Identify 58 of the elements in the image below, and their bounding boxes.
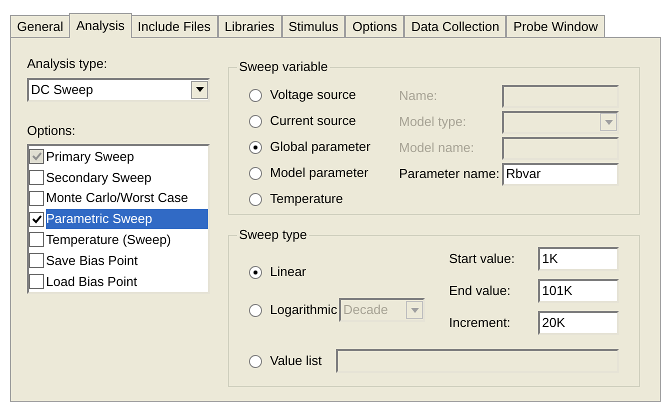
list-item[interactable]: Monte Carlo/Worst Case <box>46 188 208 208</box>
checkbox[interactable] <box>29 232 44 248</box>
field-label: Name: <box>399 87 438 106</box>
list-item[interactable]: Parametric Sweep <box>46 209 208 229</box>
radio-label: Current source <box>270 112 356 130</box>
field-label: Increment: <box>449 314 510 332</box>
radio-label: Model parameter <box>270 164 368 182</box>
field-label: Model type: <box>399 113 466 132</box>
input-field[interactable] <box>502 136 619 160</box>
checkbox[interactable] <box>29 190 44 206</box>
input-field[interactable]: 20K <box>538 311 619 335</box>
tab[interactable]: Probe Window <box>506 15 605 37</box>
tab[interactable]: Include Files <box>130 15 218 37</box>
caret-icon <box>604 120 612 124</box>
tab[interactable]: Data Collection <box>404 15 506 37</box>
value-list-field[interactable] <box>336 349 619 373</box>
group-title: Sweep type <box>237 227 309 243</box>
radio-button[interactable] <box>249 88 262 102</box>
options-label: Options: <box>27 122 76 140</box>
tab[interactable]: Libraries <box>218 15 282 37</box>
radio-label: Voltage source <box>270 86 356 104</box>
tab[interactable]: Stimulus <box>282 15 346 37</box>
list-item[interactable]: Load Bias Point <box>46 272 208 292</box>
input-field[interactable]: 101K <box>538 279 619 303</box>
radio-label: Logarithmic <box>270 301 338 320</box>
tab[interactable]: General <box>10 15 70 37</box>
checkbox[interactable] <box>29 253 44 268</box>
checkbox[interactable] <box>29 274 44 290</box>
list-item[interactable]: Save Bias Point <box>46 250 208 271</box>
input-field[interactable]: 1K <box>538 247 619 271</box>
radio-label: Temperature <box>270 190 343 208</box>
caret-icon <box>410 308 419 312</box>
field-label: Parameter name: <box>399 165 500 184</box>
field-label: End value: <box>449 282 510 300</box>
analysis-type-label: Analysis type: <box>27 55 108 73</box>
field-label: Start value: <box>449 250 515 268</box>
radio-button[interactable] <box>249 266 262 278</box>
radio-button[interactable] <box>249 140 262 154</box>
radio-label: Global parameter <box>270 138 370 156</box>
radio-label: Value list <box>270 352 322 370</box>
radio-button[interactable] <box>249 166 262 180</box>
caret-icon <box>196 87 204 92</box>
list-item[interactable]: Temperature (Sweep) <box>46 230 208 250</box>
model-type-dropdown[interactable] <box>502 110 619 134</box>
checkbox[interactable] <box>29 212 44 226</box>
analysis-type-dropdown[interactable]: DC Sweep <box>27 78 210 102</box>
input-field[interactable]: Rbvar <box>502 162 619 186</box>
tab[interactable]: Analysis <box>69 13 132 38</box>
field-label: Model name: <box>399 139 474 158</box>
checkbox[interactable] <box>29 170 44 185</box>
list-item[interactable]: Secondary Sweep <box>46 167 208 188</box>
radio-button[interactable] <box>249 354 262 368</box>
radio-label: Linear <box>270 263 306 282</box>
tab[interactable]: Options <box>345 15 404 37</box>
radio-button[interactable] <box>249 192 262 206</box>
input-field[interactable] <box>502 84 619 108</box>
radio-button[interactable] <box>249 114 262 128</box>
group-title: Sweep variable <box>237 59 330 75</box>
